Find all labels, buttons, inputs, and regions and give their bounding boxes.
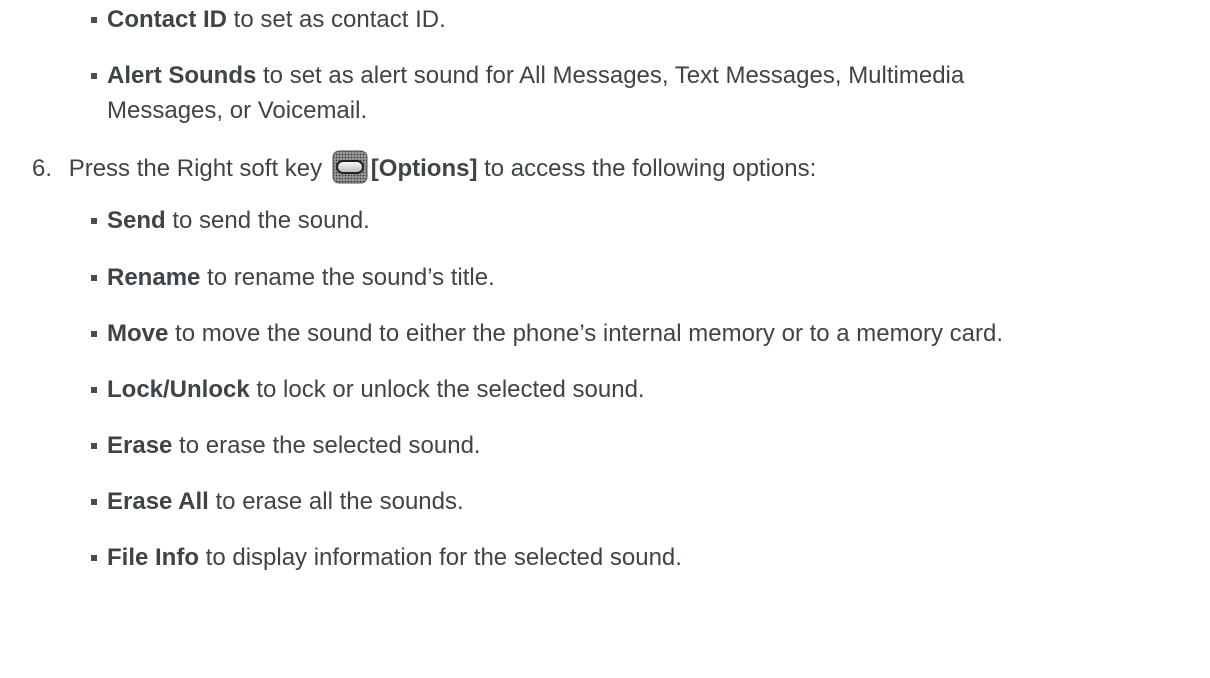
desc-alert-sounds: to set as alert sound for All Messages, … — [256, 62, 965, 89]
list-item-alert-sounds: Alert Sounds to set as alert sound for A… — [107, 61, 964, 91]
options-label: [Options] — [370, 155, 478, 182]
term-rename: Rename — [107, 264, 201, 291]
term-send: Send — [107, 207, 166, 234]
bullet-marker — [91, 275, 97, 281]
list-item-alert-sounds-continued: Messages, or Voicemail. — [107, 96, 367, 126]
desc-lock-unlock: to lock or unlock the selected sound. — [249, 376, 645, 403]
step-text-before: Press the Right soft key — [68, 155, 329, 182]
bullet-marker — [91, 443, 97, 449]
list-item-rename: Rename to rename the sound’s title. — [107, 263, 495, 293]
list-item-erase: Erase to erase the selected sound. — [107, 431, 481, 461]
document-page: Contact ID to set as contact ID. Alert S… — [0, 0, 1210, 678]
desc-rename: to rename the sound’s title. — [200, 264, 495, 291]
step-number: 6. — [32, 155, 53, 182]
step-6: 6. Press the Right soft key [Options] to… — [32, 150, 816, 184]
desc-move: to move the sound to either the phone’s … — [168, 320, 1004, 347]
list-item-erase-all: Erase All to erase all the sounds. — [107, 487, 464, 517]
list-item-send: Send to send the sound. — [107, 206, 370, 236]
right-soft-key-icon — [332, 150, 368, 184]
bullet-marker — [91, 17, 97, 23]
bullet-marker — [91, 331, 97, 337]
desc-erase: to erase the selected sound. — [172, 432, 481, 459]
bullet-marker — [91, 387, 97, 393]
desc-alert-sounds-cont: Messages, or Voicemail. — [107, 97, 368, 124]
term-alert-sounds: Alert Sounds — [107, 62, 257, 89]
term-erase: Erase — [107, 432, 173, 459]
desc-erase-all: to erase all the sounds. — [208, 488, 464, 515]
list-item-move: Move to move the sound to either the pho… — [107, 319, 1003, 349]
list-item-file-info: File Info to display information for the… — [107, 543, 682, 573]
step-text-after: to access the following options: — [477, 155, 817, 182]
term-contact-id: Contact ID — [107, 6, 227, 33]
bullet-marker — [91, 73, 97, 79]
bullet-marker — [91, 218, 97, 224]
desc-file-info: to display information for the selected … — [199, 544, 682, 571]
term-erase-all: Erase All — [107, 488, 209, 515]
bullet-marker — [91, 499, 97, 505]
term-move: Move — [107, 320, 169, 347]
list-item-contact-id: Contact ID to set as contact ID. — [107, 5, 446, 35]
desc-send: to send the sound. — [165, 207, 370, 234]
term-file-info: File Info — [107, 544, 199, 571]
bullet-marker — [91, 555, 97, 561]
term-lock-unlock: Lock/Unlock — [107, 376, 250, 403]
desc-contact-id: to set as contact ID. — [227, 6, 446, 33]
list-item-lock-unlock: Lock/Unlock to lock or unlock the select… — [107, 375, 645, 405]
